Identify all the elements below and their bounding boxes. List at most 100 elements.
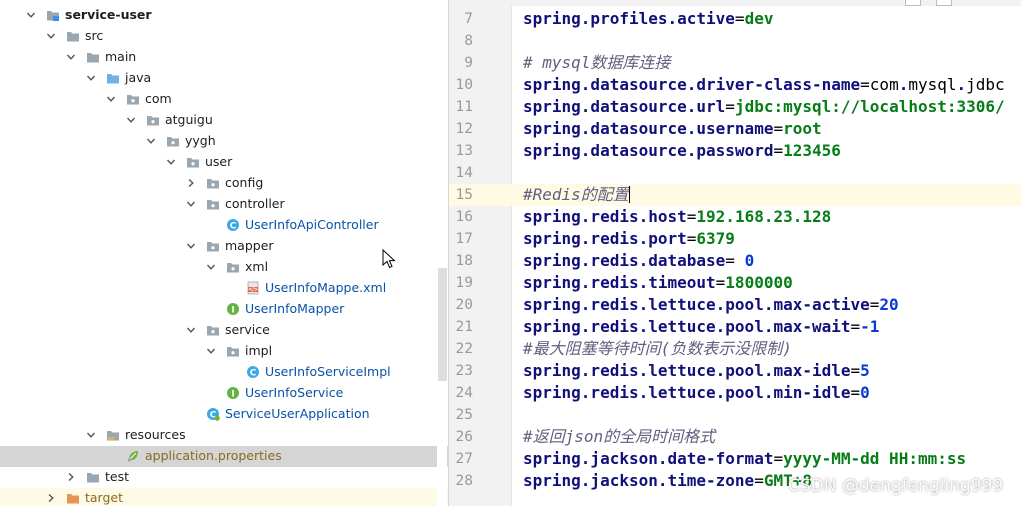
project-tree-scrollbar[interactable] <box>437 0 447 506</box>
svg-text:C: C <box>250 368 257 378</box>
tree-item-label: controller <box>225 196 285 211</box>
code-line[interactable]: spring.datasource.password=123456 <box>523 140 841 162</box>
line-number: 20 <box>455 297 473 313</box>
property-value: 192.168.23.128 <box>696 207 832 226</box>
tree-item[interactable]: service-user <box>0 5 448 26</box>
tree-item[interactable]: I UserInfoService <box>0 383 448 404</box>
property-value: dev <box>744 9 774 28</box>
chevron-down-icon[interactable] <box>106 94 116 104</box>
svg-text:I: I <box>231 389 234 399</box>
property-value: 1800000 <box>725 273 793 292</box>
tree-item[interactable]: atguigu <box>0 110 448 131</box>
property-key: spring.redis.host <box>523 207 687 226</box>
xml-file-icon: </> <box>246 281 260 295</box>
code-line[interactable]: spring.jackson.date-format=yyyy-MM-dd HH… <box>523 448 966 470</box>
chevron-down-icon[interactable] <box>126 115 136 125</box>
code-line[interactable]: #Redis的配置 <box>523 184 630 206</box>
code-line[interactable]: spring.redis.lettuce.pool.max-active=20 <box>523 294 899 316</box>
tree-item[interactable]: main <box>0 47 448 68</box>
tree-item[interactable]: target <box>0 488 448 506</box>
code-line[interactable]: spring.datasource.driver-class-name=com.… <box>523 74 1005 96</box>
code-line[interactable]: spring.redis.lettuce.pool.min-idle=0 <box>523 382 870 404</box>
tree-item[interactable]: C UserInfoApiController <box>0 215 448 236</box>
chevron-right-icon[interactable] <box>46 493 56 503</box>
tree-item[interactable]: impl <box>0 341 448 362</box>
property-value: 123456 <box>783 141 841 160</box>
tree-item[interactable]: test <box>0 467 448 488</box>
chevron-down-icon[interactable] <box>66 52 76 62</box>
property-value: 0 <box>744 251 755 270</box>
source-folder-icon <box>106 71 120 85</box>
chevron-down-icon[interactable] <box>46 31 56 41</box>
code-line[interactable]: spring.redis.database= 0 <box>523 250 754 272</box>
line-number: 17 <box>455 231 473 247</box>
chevron-down-icon[interactable] <box>146 136 156 146</box>
excluded-folder-icon <box>66 491 80 505</box>
tree-item-label: yygh <box>185 133 216 148</box>
tree-item[interactable]: java <box>0 68 448 89</box>
tree-item[interactable]: I UserInfoMapper <box>0 299 448 320</box>
code-text: = <box>734 9 745 28</box>
package-icon <box>226 260 240 274</box>
code-line[interactable]: # mysql数据库连接 <box>523 52 670 74</box>
tree-item[interactable]: src <box>0 26 448 47</box>
mouse-pointer-icon <box>382 249 396 269</box>
tree-item[interactable]: resources <box>0 425 448 446</box>
chevron-right-icon[interactable] <box>66 472 76 482</box>
code-text: = <box>686 207 697 226</box>
code-line[interactable]: spring.redis.port=6379 <box>523 228 735 250</box>
tree-item[interactable]: C UserInfoServiceImpl <box>0 362 448 383</box>
class-icon: C <box>226 218 240 232</box>
code-line[interactable]: spring.redis.lettuce.pool.max-idle=5 <box>523 360 870 382</box>
tree-item[interactable]: xml <box>0 257 448 278</box>
line-number: 8 <box>464 33 473 49</box>
package-icon <box>126 92 140 106</box>
tree-item-label: mapper <box>225 238 274 253</box>
code-line[interactable]: spring.redis.lettuce.pool.max-wait=-1 <box>523 316 879 338</box>
chevron-down-icon[interactable] <box>26 10 36 20</box>
project-tree-scrollbar-thumb[interactable] <box>438 268 447 381</box>
property-value: 20 <box>879 295 899 314</box>
code-line[interactable]: #返回json的全局时间格式 <box>523 426 715 448</box>
property-key: . <box>898 75 909 94</box>
code-line[interactable]: spring.datasource.username=root <box>523 118 822 140</box>
package-icon <box>166 134 180 148</box>
tree-item[interactable]: mapper <box>0 236 448 257</box>
tree-item[interactable]: config <box>0 173 448 194</box>
tree-item[interactable]: controller <box>0 194 448 215</box>
svg-text:C: C <box>230 221 237 231</box>
line-number: 28 <box>455 473 473 489</box>
project-tree-panel: service-user src main java com atguigu yygh use… <box>0 0 448 506</box>
chevron-down-icon[interactable] <box>186 325 196 335</box>
chevron-down-icon[interactable] <box>166 157 176 167</box>
tree-item[interactable]: application.properties <box>0 446 448 467</box>
tree-item[interactable]: yygh <box>0 131 448 152</box>
chevron-down-icon[interactable] <box>186 199 196 209</box>
code-line[interactable]: spring.jackson.time-zone=GMT+8 <box>523 470 812 492</box>
chevron-right-icon[interactable] <box>186 178 196 188</box>
code-line[interactable]: spring.profiles.active=dev <box>523 8 773 30</box>
property-value: 6379 <box>696 229 735 248</box>
tree-item-label: atguigu <box>165 112 213 127</box>
code-line[interactable]: spring.datasource.url=jdbc:mysql://local… <box>523 96 1005 118</box>
code-line[interactable]: spring.redis.timeout=1800000 <box>523 272 793 294</box>
tree-item[interactable]: com <box>0 89 448 110</box>
tree-item-label: src <box>85 28 104 43</box>
property-key: spring.jackson.time-zone <box>523 471 755 490</box>
code-text: = <box>850 317 861 336</box>
code-line[interactable]: spring.redis.host=192.168.23.128 <box>523 206 831 228</box>
tree-item[interactable]: user <box>0 152 448 173</box>
chevron-down-icon[interactable] <box>86 430 96 440</box>
chevron-down-icon[interactable] <box>86 73 96 83</box>
chevron-down-icon[interactable] <box>206 346 216 356</box>
chevron-down-icon[interactable] <box>186 241 196 251</box>
property-value: 5 <box>860 361 870 380</box>
line-number: 27 <box>455 451 473 467</box>
tree-item[interactable]: </> UserInfoMappe.xml <box>0 278 448 299</box>
code-line[interactable]: #最大阻塞等待时间(负数表示没限制) <box>523 338 792 360</box>
tree-item[interactable]: service <box>0 320 448 341</box>
code-text: jdbc <box>966 75 1005 94</box>
chevron-down-icon[interactable] <box>206 262 216 272</box>
tree-item[interactable]: C ServiceUserApplication <box>0 404 448 425</box>
tree-item-label: UserInfoApiController <box>245 217 379 232</box>
